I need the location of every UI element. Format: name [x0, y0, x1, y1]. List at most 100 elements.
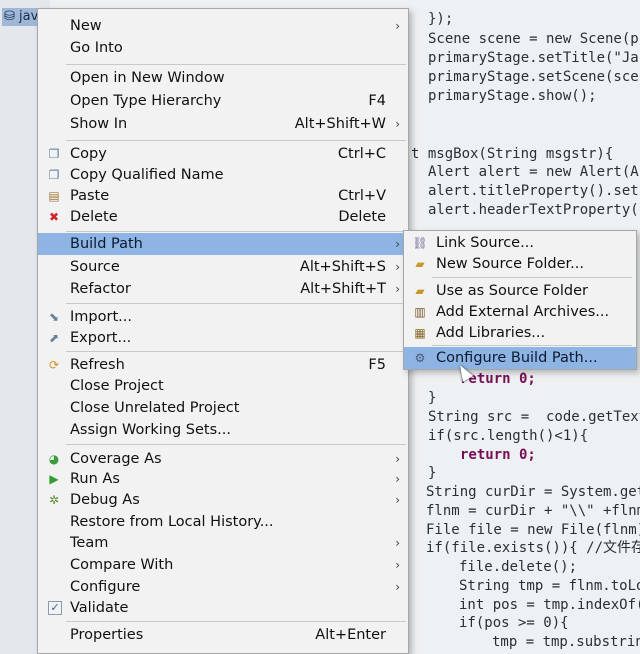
code-line: String src = code.getText	[428, 409, 640, 425]
menu-item-properties[interactable]: Properties Alt+Enter	[38, 624, 408, 646]
menu-item-label: Use as Source Folder	[436, 283, 588, 299]
menu-separator	[66, 351, 406, 352]
code-line: flnm = curDir + "\\" +flnm	[426, 503, 640, 519]
menu-item-label: Assign Working Sets...	[70, 422, 232, 438]
submenu-item-new-source-folder[interactable]: ▰ New Source Folder...	[404, 253, 636, 275]
menu-item-compare-with[interactable]: Compare With ›	[38, 554, 408, 576]
menu-item-open-type-hierarchy[interactable]: Open Type Hierarchy F4	[38, 90, 408, 112]
submenu-arrow-icon: ›	[395, 493, 400, 507]
menu-item-import[interactable]: ⬊ Import...	[38, 306, 408, 328]
menu-item-source[interactable]: Source Alt+Shift+S ›	[38, 256, 408, 278]
menu-item-label: Compare With	[70, 557, 174, 573]
menu-separator	[66, 64, 406, 65]
menu-item-label: Paste	[70, 188, 110, 204]
export-icon: ⬈	[48, 331, 60, 345]
shortcut-label: Alt+Shift+S	[299, 259, 386, 275]
menu-item-new[interactable]: New ›	[38, 15, 408, 37]
library-icon: ▦	[414, 326, 426, 340]
menu-item-label: Show In	[70, 116, 128, 132]
menu-item-assign-working-sets[interactable]: Assign Working Sets...	[38, 419, 408, 441]
submenu-arrow-icon: ›	[395, 558, 400, 572]
menu-item-debug-as[interactable]: ✲ Debug As ›	[38, 489, 408, 511]
menu-item-copy-qualified-name[interactable]: ❐ Copy Qualified Name	[38, 164, 408, 186]
menu-item-show-in[interactable]: Show In Alt+Shift+W ›	[38, 113, 408, 135]
new-source-folder-icon: ▰	[415, 257, 425, 271]
submenu-item-configure-build-path[interactable]: ⚙ Configure Build Path...	[404, 347, 636, 369]
shortcut-label: F5	[368, 357, 386, 373]
menu-item-label: Open in New Window	[70, 70, 225, 86]
menu-item-open-in-new-window[interactable]: Open in New Window	[38, 67, 408, 89]
menu-item-label: Configure	[70, 579, 141, 595]
menu-item-go-into[interactable]: Go Into	[38, 37, 408, 59]
submenu-arrow-icon: ›	[395, 117, 400, 131]
menu-item-label: Export...	[70, 330, 132, 346]
submenu-item-add-external-archives[interactable]: ▥ Add External Archives...	[404, 301, 636, 323]
menu-separator	[66, 444, 406, 445]
code-line: primaryStage.setTitle("Ja	[428, 50, 639, 66]
coverage-icon: ◕	[48, 452, 60, 466]
menu-separator	[66, 231, 406, 232]
menu-item-label: Build Path	[70, 236, 143, 252]
submenu-item-add-libraries[interactable]: ▦ Add Libraries...	[404, 322, 636, 344]
menu-item-close-project[interactable]: Close Project	[38, 375, 408, 397]
menu-item-label: Restore from Local History...	[70, 514, 274, 530]
menu-item-label: Source	[70, 259, 120, 275]
menu-item-label: Copy Qualified Name	[70, 167, 224, 183]
submenu-item-link-source[interactable]: ⛓ Link Source...	[404, 232, 636, 254]
code-line: }	[428, 390, 437, 406]
paste-icon: ▤	[48, 189, 60, 203]
code-line: t msgBox(String msgstr){	[411, 146, 614, 162]
context-menu: New › Go Into Open in New Window Open Ty…	[37, 8, 409, 654]
menu-item-label: New	[70, 18, 102, 34]
code-line: });	[428, 11, 454, 27]
configure-build-path-icon: ⚙	[414, 351, 426, 365]
menu-item-label: Refactor	[70, 281, 131, 297]
shortcut-label: Delete	[338, 209, 386, 225]
menu-separator	[432, 345, 632, 346]
code-line: primaryStage.setScene(sce	[428, 69, 639, 85]
debug-icon: ✲	[48, 493, 60, 507]
menu-item-label: Import...	[70, 309, 132, 325]
link-source-icon: ⛓	[412, 236, 428, 250]
menu-item-refactor[interactable]: Refactor Alt+Shift+T ›	[38, 278, 408, 300]
menu-item-label: Debug As	[70, 492, 140, 508]
code-line: file.delete();	[459, 559, 578, 575]
code-line: String curDir = System.get	[426, 484, 640, 500]
submenu-arrow-icon: ›	[395, 19, 400, 33]
menu-item-label: Coverage As	[70, 451, 162, 467]
menu-item-paste[interactable]: ▤ Paste Ctrl+V	[38, 185, 408, 207]
refresh-icon: ⟳	[48, 358, 60, 372]
menu-item-export[interactable]: ⬈ Export...	[38, 327, 408, 349]
menu-item-refresh[interactable]: ⟳ Refresh F5	[38, 354, 408, 376]
submenu-item-use-as-source-folder[interactable]: ▰ Use as Source Folder	[404, 280, 636, 302]
submenu-arrow-icon: ›	[395, 452, 400, 466]
menu-item-label: Close Project	[70, 378, 164, 394]
menu-item-restore-from-local-history[interactable]: Restore from Local History...	[38, 511, 408, 533]
menu-item-label: Copy	[70, 146, 107, 162]
menu-item-close-unrelated-project[interactable]: Close Unrelated Project	[38, 397, 408, 419]
menu-item-validate[interactable]: ✓ Validate	[38, 597, 408, 619]
menu-item-label: Add Libraries...	[436, 325, 546, 341]
menu-item-coverage-as[interactable]: ◕ Coverage As ›	[38, 448, 408, 470]
menu-item-delete[interactable]: ✖ Delete Delete	[38, 206, 408, 228]
menu-item-label: Open Type Hierarchy	[70, 93, 222, 109]
copy-icon: ❐	[48, 147, 60, 161]
shortcut-label: Ctrl+C	[337, 146, 386, 162]
code-line: alert.headerTextProperty(	[428, 202, 639, 218]
menu-item-build-path[interactable]: Build Path ›	[38, 233, 408, 255]
build-path-submenu: ⛓ Link Source... ▰ New Source Folder... …	[403, 230, 637, 370]
shortcut-label: Alt+Enter	[315, 627, 386, 643]
menu-item-run-as[interactable]: ▶ Run As ›	[38, 468, 408, 490]
code-line: alert.titleProperty().set	[428, 183, 639, 199]
menu-item-configure[interactable]: Configure ›	[38, 576, 408, 598]
menu-item-label: Link Source...	[436, 235, 534, 251]
code-line: File file = new File(flnm)	[426, 522, 640, 538]
delete-icon: ✖	[48, 210, 60, 224]
menu-item-team[interactable]: Team ›	[38, 532, 408, 554]
submenu-arrow-icon: ›	[395, 282, 400, 296]
menu-item-copy[interactable]: ❐ Copy Ctrl+C	[38, 143, 408, 165]
submenu-arrow-icon: ›	[395, 472, 400, 486]
submenu-arrow-icon: ›	[395, 260, 400, 274]
shortcut-label: Alt+Shift+T	[300, 281, 386, 297]
menu-item-label: Refresh	[70, 357, 125, 373]
